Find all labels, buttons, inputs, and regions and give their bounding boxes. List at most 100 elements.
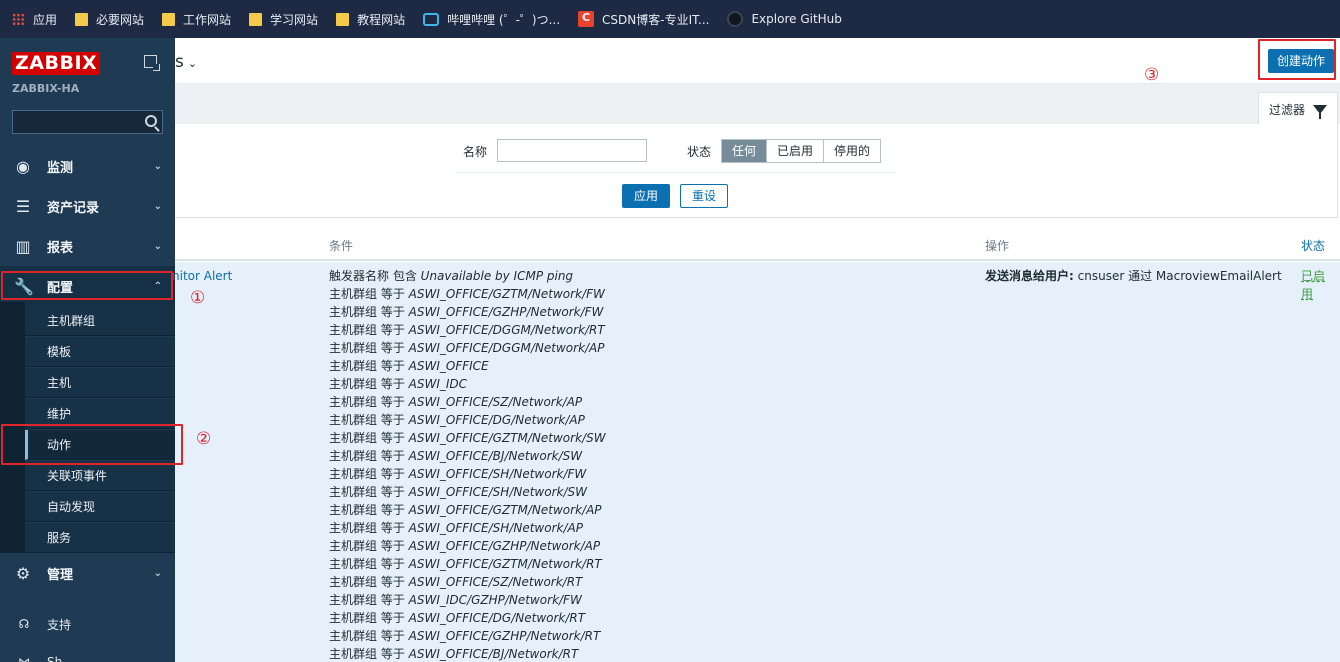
condition-key: 主机群组 等于 xyxy=(329,467,405,481)
menu-inventory[interactable]: ☰ 资产记录 ⌄ xyxy=(0,186,175,226)
condition-line: 主机群组 等于 ASWI_IDC/GZHP/Network/FW xyxy=(329,591,606,609)
filter-strip xyxy=(175,84,1340,124)
filter-panel: 名称 状态 任何 已启用 停用的 应用 重设 xyxy=(175,124,1338,218)
condition-value: ASWI_OFFICE/SZ/Network/AP xyxy=(408,395,583,409)
status-option-any[interactable]: 任何 xyxy=(722,140,768,162)
bookmark-folder-tutorial[interactable]: 教程网站 xyxy=(336,11,405,28)
filter-name-input[interactable] xyxy=(497,139,647,162)
menu-support[interactable]: ☊ 支持 xyxy=(0,609,175,639)
menu-monitoring[interactable]: ◉ 监测 ⌄ xyxy=(0,146,175,186)
apply-button[interactable]: 应用 xyxy=(622,184,670,208)
bookmark-github[interactable]: Explore GitHub xyxy=(727,11,842,27)
condition-line: 主机群组 等于 ASWI_IDC xyxy=(329,375,606,393)
bookmark-apps[interactable]: 应用 xyxy=(12,11,57,28)
condition-key: 主机群组 等于 xyxy=(329,395,405,409)
condition-value: Unavailable by ICMP ping xyxy=(420,269,574,283)
condition-key: 主机群组 等于 xyxy=(329,521,405,535)
condition-key: 主机群组 等于 xyxy=(329,305,405,319)
status-option-disabled[interactable]: 停用的 xyxy=(824,140,881,162)
condition-value: ASWI_OFFICE/SH/Network/FW xyxy=(408,467,587,481)
action-name-link[interactable]: nitor Alert xyxy=(172,269,232,283)
bookmark-folder-essential[interactable]: 必要网站 xyxy=(75,11,144,28)
condition-value: ASWI_OFFICE/SH/Network/AP xyxy=(408,521,583,535)
annotation-number-1: ① xyxy=(190,288,206,308)
filter-funnel-icon xyxy=(1313,104,1328,119)
annotation-number-2: ② xyxy=(196,429,212,449)
condition-line: 触发器名称 包含 Unavailable by ICMP ping xyxy=(329,267,606,285)
search-icon[interactable] xyxy=(145,115,157,127)
page-title-dropdown[interactable]: s ⌄ xyxy=(175,52,197,72)
condition-key: 主机群组 等于 xyxy=(329,647,405,661)
condition-line: 主机群组 等于 ASWI_OFFICE/DG/Network/RT xyxy=(329,609,606,627)
filter-status-label: 状态 xyxy=(687,145,712,159)
condition-key: 主机群组 等于 xyxy=(329,413,405,427)
csdn-icon: C xyxy=(578,11,595,27)
condition-line: 主机群组 等于 ASWI_OFFICE/SH/Network/AP xyxy=(329,519,606,537)
chevron-down-icon: ⌄ xyxy=(187,57,198,70)
submenu-services[interactable]: 服务 xyxy=(25,523,175,553)
share-icon: ⋈ xyxy=(18,655,30,662)
condition-line: 主机群组 等于 ASWI_OFFICE/DGGM/Network/AP xyxy=(329,339,606,357)
submenu-event-correlation[interactable]: 关联项事件 xyxy=(25,461,175,491)
page-header: s ⌄ xyxy=(175,38,1340,84)
filter-divider xyxy=(455,172,895,173)
bookmark-csdn[interactable]: C CSDN博客-专业IT... xyxy=(578,11,709,28)
bar-chart-icon: ▥ xyxy=(15,236,31,256)
condition-line: 主机群组 等于 ASWI_OFFICE/DG/Network/AP xyxy=(329,411,606,429)
submenu-hosts[interactable]: 主机 xyxy=(25,368,175,398)
condition-key: 主机群组 等于 xyxy=(329,611,405,625)
bookmark-folder-work[interactable]: 工作网站 xyxy=(162,11,231,28)
annotation-box-create-action xyxy=(1258,39,1336,80)
condition-line: 主机群组 等于 ASWI_OFFICE/BJ/Network/SW xyxy=(329,447,606,465)
condition-value: ASWI_OFFICE/DG/Network/AP xyxy=(408,413,585,427)
menu-administration[interactable]: ⚙ 管理 ⌄ xyxy=(0,553,175,593)
filter-name-label: 名称 xyxy=(463,145,488,159)
operations-cell: 发送消息给用户: cnsuser 通过 MacroviewEmailAlert xyxy=(985,269,1282,283)
menu-reports[interactable]: ▥ 报表 ⌄ xyxy=(0,226,175,266)
bookmark-bilibili[interactable]: 哔哩哔哩 (゜-゜)つ... xyxy=(423,11,560,28)
condition-value: ASWI_OFFICE/SH/Network/SW xyxy=(408,485,587,499)
chevron-down-icon: ⌄ xyxy=(153,200,162,212)
sidebar: ZABBIX ZABBIX-HA ◉ 监测 ⌄ ☰ 资产记录 ⌄ ▥ 报表 ⌄ 🔧 配置 ⌃ 主… xyxy=(0,38,175,662)
condition-value: ASWI_OFFICE/DGGM/Network/RT xyxy=(408,323,605,337)
condition-value: ASWI_IDC xyxy=(408,377,468,391)
condition-line: 主机群组 等于 ASWI_OFFICE/GZHP/Network/FW xyxy=(329,303,606,321)
annotation-box-configuration xyxy=(1,271,173,300)
condition-value: ASWI_OFFICE/BJ/Network/SW xyxy=(408,449,583,463)
condition-value: ASWI_OFFICE/GZHP/Network/RT xyxy=(408,629,601,643)
condition-value: ASWI_OFFICE/DG/Network/RT xyxy=(408,611,586,625)
sidebar-search-input[interactable] xyxy=(12,110,163,134)
zabbix-logo[interactable]: ZABBIX xyxy=(12,52,101,75)
menu-share[interactable]: ⋈ Sh xyxy=(0,647,175,662)
condition-line: 主机群组 等于 ASWI_OFFICE xyxy=(329,357,606,375)
submenu-host-groups[interactable]: 主机群组 xyxy=(25,306,175,336)
eye-icon: ◉ xyxy=(16,156,30,176)
condition-line: 主机群组 等于 ASWI_OFFICE/DGGM/Network/RT xyxy=(329,321,606,339)
condition-value: ASWI_OFFICE/SZ/Network/RT xyxy=(408,575,583,589)
condition-value: ASWI_OFFICE/BJ/Network/RT xyxy=(408,647,579,661)
condition-line: 主机群组 等于 ASWI_OFFICE/GZTM/Network/FW xyxy=(329,285,606,303)
collapse-sidebar-icon[interactable] xyxy=(144,55,160,71)
bookmark-folder-study[interactable]: 学习网站 xyxy=(249,11,318,28)
table-header: 条件 操作 状态 xyxy=(175,228,1340,261)
headset-icon: ☊ xyxy=(18,617,30,631)
condition-key: 主机群组 等于 xyxy=(329,539,405,553)
condition-value: ASWI_OFFICE xyxy=(408,359,489,373)
filter-tab[interactable]: 过滤器 xyxy=(1258,92,1338,125)
status-enabled-link[interactable]: 已启用 xyxy=(1301,267,1331,303)
submenu-templates[interactable]: 模板 xyxy=(25,337,175,367)
header-status[interactable]: 状态 xyxy=(1301,237,1325,254)
apps-grid-icon xyxy=(12,12,25,26)
bookmarks-bar: 应用 必要网站 工作网站 学习网站 教程网站 哔哩哔哩 (゜-゜)つ... CC… xyxy=(0,0,1340,38)
folder-icon xyxy=(75,12,89,26)
reset-button[interactable]: 重设 xyxy=(680,184,728,208)
condition-key: 主机群组 等于 xyxy=(329,323,405,337)
condition-key: 主机群组 等于 xyxy=(329,485,405,499)
status-option-enabled[interactable]: 已启用 xyxy=(767,140,825,162)
condition-key: 主机群组 等于 xyxy=(329,359,405,373)
condition-key: 主机群组 等于 xyxy=(329,377,405,391)
condition-line: 主机群组 等于 ASWI_OFFICE/SH/Network/SW xyxy=(329,483,606,501)
github-icon xyxy=(727,11,744,27)
condition-value: ASWI_OFFICE/GZTM/Network/FW xyxy=(408,287,605,301)
submenu-discovery[interactable]: 自动发现 xyxy=(25,492,175,522)
